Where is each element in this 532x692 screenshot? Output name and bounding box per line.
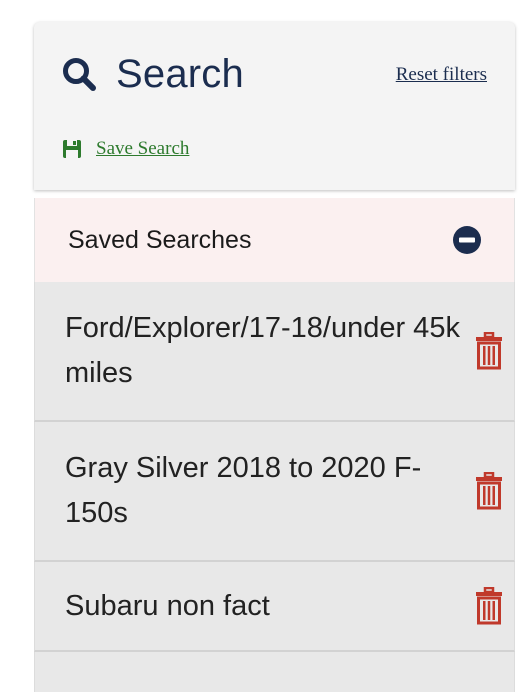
search-icon bbox=[62, 57, 96, 91]
saved-searches-list: Ford/Explorer/17-18/under 45k miles Gray… bbox=[34, 282, 515, 692]
saved-searches-title: Saved Searches bbox=[68, 225, 252, 254]
search-sidebar: Search Reset filters Save Search Saved S… bbox=[34, 22, 515, 692]
reset-filters-link[interactable]: Reset filters bbox=[396, 64, 487, 86]
saved-search-label: Subaru non fact bbox=[65, 589, 270, 622]
saved-search-item[interactable]: Ford/Explorer/17-18/under 45k miles bbox=[34, 282, 515, 422]
minus-circle-icon[interactable] bbox=[452, 225, 482, 255]
saved-search-label: Gray Silver 2018 to 2020 F-150s bbox=[65, 452, 422, 529]
floppy-disk-icon bbox=[62, 139, 82, 159]
saved-search-item-partial[interactable] bbox=[34, 652, 515, 692]
search-card: Search Reset filters Save Search bbox=[34, 22, 515, 190]
trash-icon[interactable] bbox=[474, 331, 504, 370]
trash-icon[interactable] bbox=[474, 471, 504, 510]
save-search-label: Save Search bbox=[96, 138, 190, 159]
trash-icon[interactable] bbox=[474, 586, 504, 625]
save-search-button[interactable]: Save Search bbox=[62, 138, 189, 160]
saved-search-item[interactable]: Gray Silver 2018 to 2020 F-150s bbox=[34, 422, 515, 562]
search-title: Search bbox=[116, 51, 244, 96]
search-title-row: Search bbox=[62, 50, 244, 98]
saved-search-label: Ford/Explorer/17-18/under 45k miles bbox=[65, 312, 460, 389]
saved-searches-header[interactable]: Saved Searches bbox=[34, 198, 515, 282]
saved-search-item[interactable]: Subaru non fact bbox=[34, 562, 515, 652]
